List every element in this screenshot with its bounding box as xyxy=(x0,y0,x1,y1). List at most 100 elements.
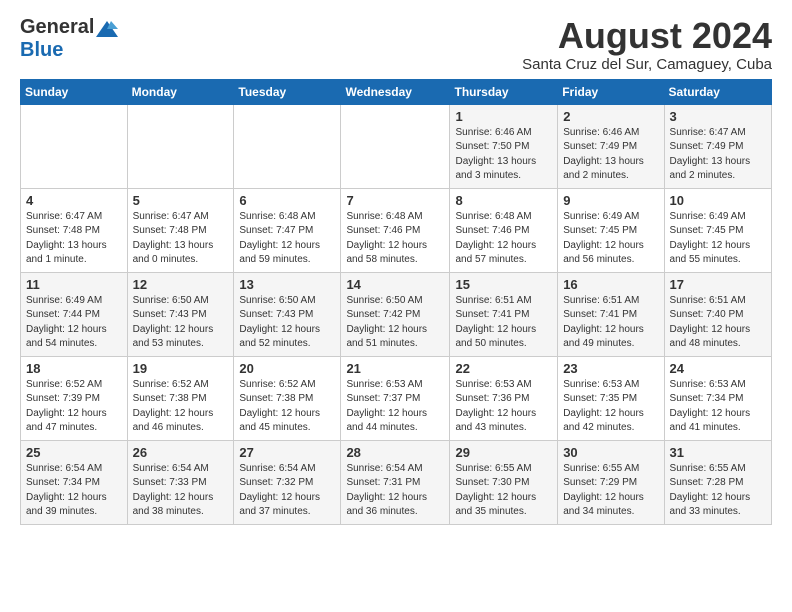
day-info: Sunrise: 6:51 AM Sunset: 7:41 PM Dayligh… xyxy=(455,294,552,352)
day-number: 28 xyxy=(346,445,444,460)
calendar-week-row: 1 Sunrise: 6:46 AM Sunset: 7:50 PM Daylig… xyxy=(21,104,772,188)
day-info: Sunrise: 6:50 AM Sunset: 7:42 PM Dayligh… xyxy=(346,294,444,352)
day-info: Sunrise: 6:49 AM Sunset: 7:45 PM Dayligh… xyxy=(563,210,658,268)
day-header-tuesday: Tuesday xyxy=(234,79,341,104)
calendar-header-row: SundayMondayTuesdayWednesdayThursdayFrid… xyxy=(21,79,772,104)
day-info: Sunrise: 6:49 AM Sunset: 7:44 PM Dayligh… xyxy=(26,294,122,352)
day-number: 2 xyxy=(563,109,658,124)
calendar-week-row: 11 Sunrise: 6:49 AM Sunset: 7:44 PM Dayli… xyxy=(21,272,772,356)
day-number: 1 xyxy=(455,109,552,124)
day-info: Sunrise: 6:51 AM Sunset: 7:41 PM Dayligh… xyxy=(563,294,658,352)
day-number: 12 xyxy=(133,277,229,292)
day-number: 6 xyxy=(239,193,335,208)
calendar-cell: 21 Sunrise: 6:53 AM Sunset: 7:37 PM Dayli… xyxy=(341,356,450,440)
day-number: 19 xyxy=(133,361,229,376)
calendar-cell xyxy=(234,104,341,188)
day-info: Sunrise: 6:53 AM Sunset: 7:37 PM Dayligh… xyxy=(346,378,444,436)
calendar-cell: 7 Sunrise: 6:48 AM Sunset: 7:46 PM Daylig… xyxy=(341,188,450,272)
day-number: 26 xyxy=(133,445,229,460)
calendar-cell: 4Sunrise: 6:47 AM Sunset: 7:48 PM Daylig… xyxy=(21,188,128,272)
calendar-cell xyxy=(341,104,450,188)
calendar-cell: 12 Sunrise: 6:50 AM Sunset: 7:43 PM Dayli… xyxy=(127,272,234,356)
day-number: 9 xyxy=(563,193,658,208)
calendar-cell: 19Sunrise: 6:52 AM Sunset: 7:38 PM Dayli… xyxy=(127,356,234,440)
day-info: Sunrise: 6:54 AM Sunset: 7:34 PM Dayligh… xyxy=(26,462,122,520)
calendar-cell: 18 Sunrise: 6:52 AM Sunset: 7:39 PM Dayli… xyxy=(21,356,128,440)
day-info: Sunrise: 6:46 AM Sunset: 7:49 PM Dayligh… xyxy=(563,126,658,184)
day-info: Sunrise: 6:48 AM Sunset: 7:47 PM Dayligh… xyxy=(239,210,335,268)
day-number: 27 xyxy=(239,445,335,460)
day-number: 10 xyxy=(670,193,766,208)
logo-icon xyxy=(96,19,118,37)
calendar-cell: 17 Sunrise: 6:51 AM Sunset: 7:40 PM Dayli… xyxy=(664,272,771,356)
day-info: Sunrise: 6:48 AM Sunset: 7:46 PM Dayligh… xyxy=(346,210,444,268)
calendar-cell: 9 Sunrise: 6:49 AM Sunset: 7:45 PM Daylig… xyxy=(558,188,664,272)
calendar-cell: 22 Sunrise: 6:53 AM Sunset: 7:36 PM Dayli… xyxy=(450,356,558,440)
day-header-friday: Friday xyxy=(558,79,664,104)
calendar-week-row: 18 Sunrise: 6:52 AM Sunset: 7:39 PM Dayli… xyxy=(21,356,772,440)
day-number: 29 xyxy=(455,445,552,460)
calendar-cell: 3Sunrise: 6:47 AM Sunset: 7:49 PM Daylig… xyxy=(664,104,771,188)
calendar-cell: 15 Sunrise: 6:51 AM Sunset: 7:41 PM Dayli… xyxy=(450,272,558,356)
day-info: Sunrise: 6:49 AM Sunset: 7:45 PM Dayligh… xyxy=(670,210,766,268)
calendar-cell: 8Sunrise: 6:48 AM Sunset: 7:46 PM Daylig… xyxy=(450,188,558,272)
calendar-table: SundayMondayTuesdayWednesdayThursdayFrid… xyxy=(20,79,772,525)
logo-blue-text: Blue xyxy=(20,39,63,62)
day-number: 18 xyxy=(26,361,122,376)
calendar-cell: 16 Sunrise: 6:51 AM Sunset: 7:41 PM Dayli… xyxy=(558,272,664,356)
day-info: Sunrise: 6:47 AM Sunset: 7:48 PM Dayligh… xyxy=(133,210,229,268)
calendar-cell: 29 Sunrise: 6:55 AM Sunset: 7:30 PM Dayli… xyxy=(450,440,558,524)
day-info: Sunrise: 6:51 AM Sunset: 7:40 PM Dayligh… xyxy=(670,294,766,352)
day-info: Sunrise: 6:53 AM Sunset: 7:36 PM Dayligh… xyxy=(455,378,552,436)
calendar-cell: 11 Sunrise: 6:49 AM Sunset: 7:44 PM Dayli… xyxy=(21,272,128,356)
day-info: Sunrise: 6:55 AM Sunset: 7:29 PM Dayligh… xyxy=(563,462,658,520)
day-number: 16 xyxy=(563,277,658,292)
day-info: Sunrise: 6:52 AM Sunset: 7:39 PM Dayligh… xyxy=(26,378,122,436)
calendar-week-row: 25 Sunrise: 6:54 AM Sunset: 7:34 PM Dayli… xyxy=(21,440,772,524)
day-info: Sunrise: 6:50 AM Sunset: 7:43 PM Dayligh… xyxy=(133,294,229,352)
day-number: 21 xyxy=(346,361,444,376)
day-info: Sunrise: 6:48 AM Sunset: 7:46 PM Dayligh… xyxy=(455,210,552,268)
day-info: Sunrise: 6:54 AM Sunset: 7:32 PM Dayligh… xyxy=(239,462,335,520)
day-number: 25 xyxy=(26,445,122,460)
calendar-cell: 5 Sunrise: 6:47 AM Sunset: 7:48 PM Daylig… xyxy=(127,188,234,272)
day-number: 4 xyxy=(26,193,122,208)
day-info: Sunrise: 6:53 AM Sunset: 7:34 PM Dayligh… xyxy=(670,378,766,436)
day-info: Sunrise: 6:53 AM Sunset: 7:35 PM Dayligh… xyxy=(563,378,658,436)
day-info: Sunrise: 6:55 AM Sunset: 7:30 PM Dayligh… xyxy=(455,462,552,520)
header: General Blue August 2024 Santa Cruz del … xyxy=(20,16,772,73)
day-info: Sunrise: 6:52 AM Sunset: 7:38 PM Dayligh… xyxy=(239,378,335,436)
day-number: 17 xyxy=(670,277,766,292)
calendar-cell: 28 Sunrise: 6:54 AM Sunset: 7:31 PM Dayli… xyxy=(341,440,450,524)
calendar-week-row: 4 Sunrise: 6:47 AM Sunset: 7:48 PM Daylig… xyxy=(21,188,772,272)
day-number: 23 xyxy=(563,361,658,376)
day-number: 5 xyxy=(133,193,229,208)
day-number: 14 xyxy=(346,277,444,292)
calendar-cell: 23 Sunrise: 6:53 AM Sunset: 7:35 PM Dayli… xyxy=(558,356,664,440)
logo: General Blue xyxy=(20,16,118,62)
day-number: 3 xyxy=(670,109,766,124)
day-number: 13 xyxy=(239,277,335,292)
calendar-cell: 30 Sunrise: 6:55 AM Sunset: 7:29 PM Dayli… xyxy=(558,440,664,524)
calendar-cell: 6 Sunrise: 6:48 AM Sunset: 7:47 PM Daylig… xyxy=(234,188,341,272)
day-number: 15 xyxy=(455,277,552,292)
day-number: 24 xyxy=(670,361,766,376)
day-info: Sunrise: 6:54 AM Sunset: 7:33 PM Dayligh… xyxy=(133,462,229,520)
day-info: Sunrise: 6:46 AM Sunset: 7:50 PM Dayligh… xyxy=(455,126,552,184)
day-number: 22 xyxy=(455,361,552,376)
day-number: 20 xyxy=(239,361,335,376)
calendar-cell xyxy=(127,104,234,188)
day-number: 30 xyxy=(563,445,658,460)
calendar-cell: 27 Sunrise: 6:54 AM Sunset: 7:32 PM Dayli… xyxy=(234,440,341,524)
day-info: Sunrise: 6:54 AM Sunset: 7:31 PM Dayligh… xyxy=(346,462,444,520)
calendar-cell: 14 Sunrise: 6:50 AM Sunset: 7:42 PM Dayli… xyxy=(341,272,450,356)
day-number: 7 xyxy=(346,193,444,208)
calendar-cell: 2 Sunrise: 6:46 AM Sunset: 7:49 PM Daylig… xyxy=(558,104,664,188)
day-header-monday: Monday xyxy=(127,79,234,104)
calendar-cell: 31Sunrise: 6:55 AM Sunset: 7:28 PM Dayli… xyxy=(664,440,771,524)
calendar-cell: 24 Sunrise: 6:53 AM Sunset: 7:34 PM Dayli… xyxy=(664,356,771,440)
day-number: 11 xyxy=(26,277,122,292)
day-number: 31 xyxy=(670,445,766,460)
logo-general-text: General xyxy=(20,16,94,39)
day-header-thursday: Thursday xyxy=(450,79,558,104)
